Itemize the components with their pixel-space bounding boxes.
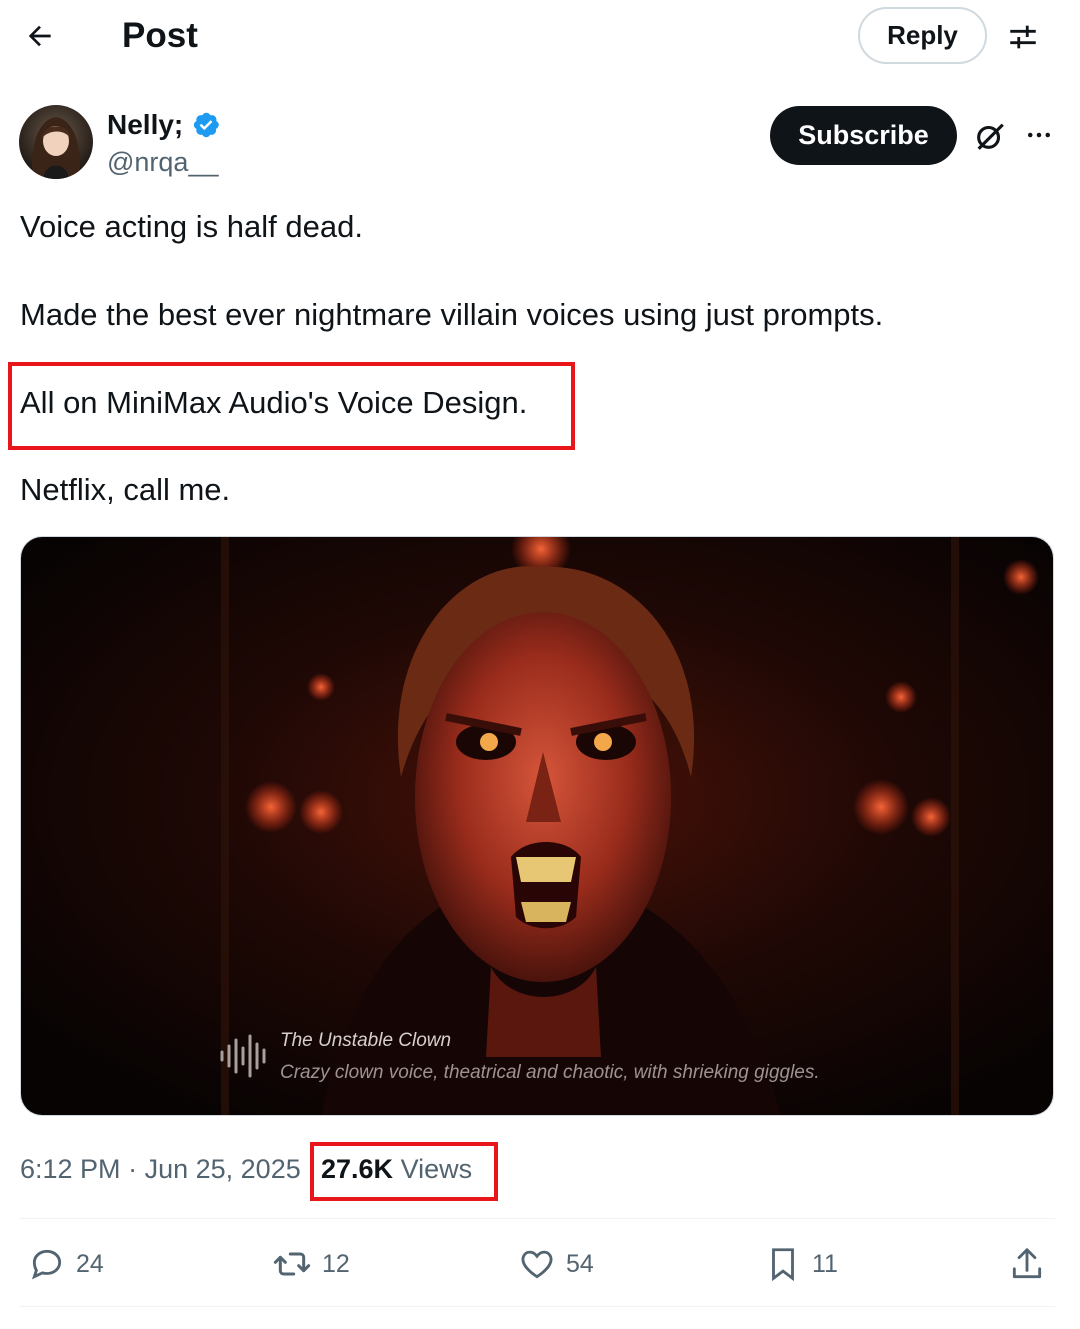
- media-caption-title: The Unstable Clown: [280, 1030, 452, 1051]
- bookmark-action[interactable]: 11: [764, 1242, 838, 1286]
- meta-separator: ·: [128, 1154, 138, 1184]
- more-dots-icon: [1028, 132, 1050, 138]
- bookmark-icon: [772, 1248, 794, 1282]
- repost-action[interactable]: 12: [272, 1242, 350, 1286]
- comment-icon: [31, 1249, 62, 1280]
- divider: [20, 1218, 1055, 1219]
- heart-icon: [521, 1250, 553, 1279]
- post-text-line-2: Made the best ever nightmare villain voi…: [20, 297, 884, 332]
- repost-icon: [273, 1252, 311, 1276]
- repost-count: 12: [322, 1249, 350, 1278]
- post-timestamp[interactable]: 6:12 PM · Jun 25, 2025: [20, 1150, 301, 1188]
- divider-bottom: [20, 1306, 1055, 1307]
- highlight-box-views: [310, 1142, 498, 1201]
- sliders-icon: [1010, 25, 1036, 49]
- author-handle[interactable]: @nrqa__: [107, 144, 218, 180]
- share-icon: [1012, 1248, 1042, 1279]
- bookmark-count: 11: [812, 1249, 838, 1278]
- share-action[interactable]: [1008, 1242, 1046, 1286]
- reply-button[interactable]: Reply: [858, 7, 987, 64]
- media-caption-description: Crazy clown voice, theatrical and chaoti…: [280, 1062, 820, 1083]
- post-date: Jun 25, 2025: [144, 1154, 301, 1184]
- reply-count: 24: [76, 1249, 104, 1278]
- filter-button[interactable]: [1002, 16, 1044, 58]
- like-action[interactable]: 54: [518, 1242, 594, 1286]
- post-time: 6:12 PM: [20, 1154, 121, 1184]
- audio-wave-icon: [218, 1034, 270, 1083]
- post-text-line-1: Voice acting is half dead.: [20, 209, 363, 244]
- avatar[interactable]: [19, 105, 93, 179]
- display-name[interactable]: Nelly;: [107, 107, 183, 143]
- author-name-row: Nelly;: [107, 107, 221, 143]
- reply-action[interactable]: 24: [28, 1242, 104, 1286]
- back-button[interactable]: [20, 16, 60, 56]
- verified-badge-icon: [194, 112, 220, 138]
- post-text-line-4: Netflix, call me.: [20, 472, 231, 507]
- subscribe-button[interactable]: Subscribe: [770, 106, 957, 165]
- like-count: 54: [566, 1249, 594, 1278]
- arrow-left-icon: [28, 25, 51, 47]
- grok-icon: [977, 123, 1004, 150]
- page-title: Post: [122, 16, 198, 55]
- grok-button[interactable]: [970, 116, 1010, 156]
- post-media-image[interactable]: [20, 536, 1054, 1116]
- more-options-button[interactable]: [1020, 116, 1058, 154]
- post-text-line-3: All on MiniMax Audio's Voice Design.: [20, 385, 528, 420]
